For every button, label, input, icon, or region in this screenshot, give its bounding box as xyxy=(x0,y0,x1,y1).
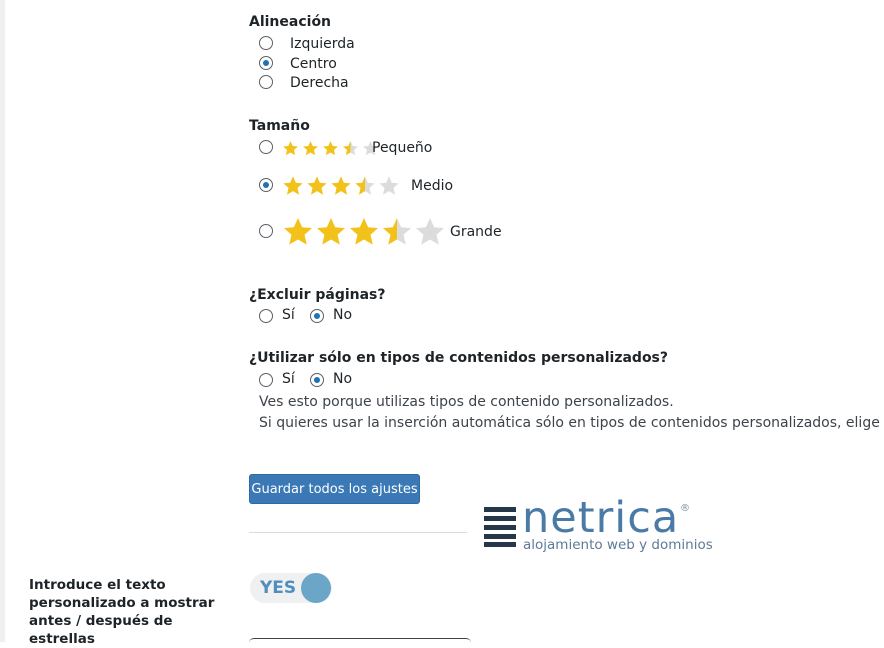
size-medium-label: Medio xyxy=(411,178,454,194)
size-small-label: Pequeño xyxy=(372,140,433,156)
exclude-pages-yes-radio[interactable] xyxy=(259,309,273,323)
star-icon xyxy=(343,141,358,156)
custom-text-label: Introduce el texto personalizado a mostr… xyxy=(29,577,215,647)
star-icon xyxy=(283,176,303,195)
star-icon xyxy=(331,176,351,195)
size-heading: Tamaño xyxy=(249,118,310,134)
star-icon xyxy=(379,176,399,195)
star-icon xyxy=(317,218,345,245)
size-large-label: Grande xyxy=(450,224,502,240)
alignment-left-radio[interactable] xyxy=(259,36,273,50)
star-rating-small xyxy=(282,140,382,157)
star-icon xyxy=(284,218,312,245)
size-large-radio[interactable] xyxy=(259,224,273,238)
star-icon xyxy=(283,141,298,156)
size-medium-radio[interactable] xyxy=(259,178,273,192)
netrica-logo-tagline: alojamiento web y dominios xyxy=(523,537,713,553)
alignment-center-label: Centro xyxy=(290,56,337,72)
star-icon xyxy=(350,218,378,245)
custom-types-yes-label: Sí xyxy=(282,371,295,387)
exclude-pages-no-label: No xyxy=(333,307,353,323)
alignment-center-radio[interactable] xyxy=(259,56,273,70)
registered-mark: ® xyxy=(680,503,690,514)
alignment-right-radio[interactable] xyxy=(259,75,273,89)
next-field-top-edge xyxy=(249,638,471,643)
netrica-logo-icon xyxy=(484,507,516,547)
star-rating-medium xyxy=(282,175,402,197)
toggle-state-text: YES xyxy=(260,578,297,598)
star-icon xyxy=(355,176,375,195)
custom-types-no-radio[interactable] xyxy=(310,373,324,387)
star-icon xyxy=(307,176,327,195)
left-edge-divider xyxy=(0,0,5,642)
custom-types-yes-radio[interactable] xyxy=(259,373,273,387)
exclude-pages-heading: ¿Excluir páginas? xyxy=(249,287,386,303)
alignment-heading: Alineación xyxy=(249,14,332,30)
alignment-left-label: Izquierda xyxy=(290,36,355,52)
section-divider xyxy=(249,532,467,533)
star-rating-large xyxy=(282,216,447,248)
star-icon xyxy=(416,218,444,245)
size-small-radio[interactable] xyxy=(259,140,273,154)
exclude-pages-no-radio[interactable] xyxy=(310,309,324,323)
custom-text-toggle[interactable]: YES xyxy=(250,573,332,603)
custom-types-help-line-1: Ves esto porque utilizas tipos de conten… xyxy=(259,394,674,410)
custom-types-heading: ¿Utilizar sólo en tipos de contenidos pe… xyxy=(249,350,669,366)
custom-types-help-line-2: Si quieres usar la inserción automática … xyxy=(259,415,884,431)
star-icon xyxy=(303,141,318,156)
save-all-settings-button[interactable]: Guardar todos los ajustes xyxy=(249,474,420,504)
alignment-right-label: Derecha xyxy=(290,75,349,91)
star-icon xyxy=(323,141,338,156)
custom-types-no-label: No xyxy=(333,371,353,387)
star-icon xyxy=(383,218,411,245)
exclude-pages-yes-label: Sí xyxy=(282,307,295,323)
toggle-knob xyxy=(301,573,331,603)
